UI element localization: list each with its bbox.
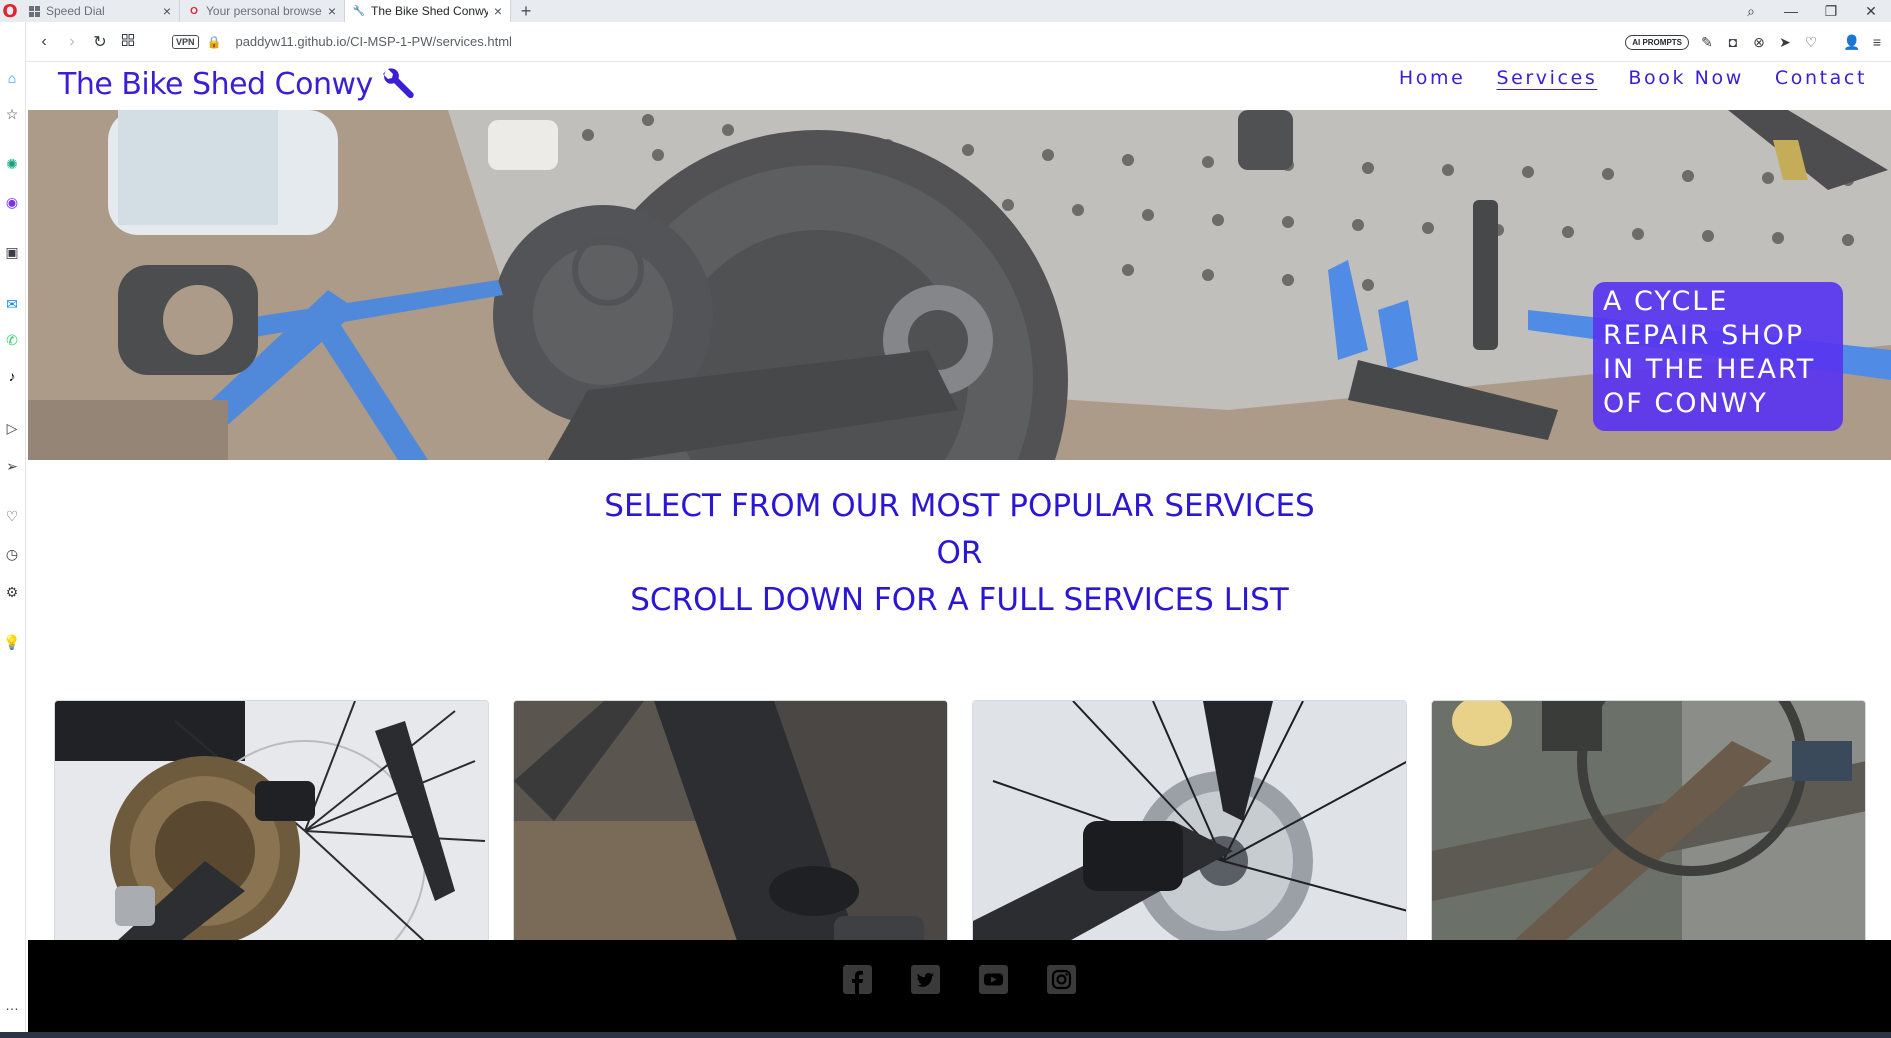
messenger-icon[interactable]: ✉ — [0, 296, 24, 312]
star-icon[interactable]: ☆ — [0, 106, 24, 122]
grid-icon — [28, 5, 40, 17]
intro-line-2: OR — [936, 535, 983, 571]
main-nav: Home Services Book Now Contact — [1399, 67, 1867, 89]
more-icon[interactable]: … — [0, 997, 24, 1013]
disc-brake-photo — [973, 701, 1406, 959]
hero-image: A CYCLE REPAIR SHOP IN THE HEART OF CONW… — [28, 110, 1891, 460]
send-icon[interactable]: ➤ — [1777, 34, 1793, 51]
back-icon[interactable]: ‹ — [30, 33, 58, 51]
tab-title: Speed Dial — [46, 4, 105, 18]
tab-title: Your personal browser is al — [206, 4, 322, 18]
profile-icon[interactable]: 👤 — [1843, 34, 1860, 51]
site-logo[interactable]: The Bike Shed Conwy — [58, 66, 415, 102]
nav-home[interactable]: Home — [1399, 67, 1466, 89]
lightbulb-icon[interactable]: 💡 — [0, 634, 24, 650]
web-page: The Bike Shed Conwy Home Services Book N… — [28, 63, 1891, 1038]
logo-text: The Bike Shed Conwy — [58, 66, 373, 102]
chatgpt-icon[interactable]: ✺ — [0, 156, 24, 172]
forward-icon[interactable]: › — [58, 33, 86, 51]
youtube-icon[interactable] — [979, 965, 1008, 994]
nav-contact[interactable]: Contact — [1775, 67, 1867, 89]
restore-icon[interactable]: ❐ — [1811, 3, 1851, 20]
browser-tab-bar: O Speed Dial × O Your personal browser i… — [0, 0, 1891, 22]
home-icon[interactable]: ⌂ — [0, 70, 24, 86]
browser-sidebar: ⌂ ☆ ✺ ◉ ▣ ✉ ✆ ♪ ▷ ➢ ♡ ◷ ⚙ 💡 … — [0, 22, 26, 1038]
address-bar: ‹ › ↻ VPN 🔒 paddyw11.github.io/CI-MSP-1-… — [26, 22, 1891, 62]
tab-title: The Bike Shed Conwy - Ser — [371, 4, 488, 18]
service-card[interactable] — [1431, 700, 1866, 960]
tab-speed-dial[interactable]: Speed Dial × — [20, 0, 180, 22]
tabs-overview-icon[interactable] — [114, 33, 142, 51]
close-icon[interactable]: × — [494, 3, 502, 19]
service-card[interactable] — [972, 700, 1407, 960]
opera-icon: O — [190, 5, 198, 17]
new-tab-button[interactable]: + — [511, 1, 541, 22]
heart-icon[interactable]: ♡ — [1803, 34, 1819, 51]
facebook-icon[interactable] — [843, 965, 872, 994]
ai-prompts-button[interactable]: AI PROMPTS — [1625, 34, 1689, 50]
twitter-icon[interactable] — [911, 965, 940, 994]
fork-photo — [514, 701, 947, 959]
cs-icon[interactable]: ◉ — [0, 194, 24, 210]
window-controls: ⌕ — ❐ ✕ — [1731, 0, 1891, 22]
send-icon[interactable]: ➢ — [0, 458, 24, 474]
tab-opera-info[interactable]: O Your personal browser is al × — [180, 0, 345, 22]
close-window-icon[interactable]: ✕ — [1851, 3, 1891, 20]
site-header: The Bike Shed Conwy Home Services Book N… — [28, 63, 1891, 110]
heart-icon[interactable]: ♡ — [0, 508, 24, 524]
services-intro: SELECT FROM OUR MOST POPULAR SERVICES OR… — [28, 483, 1891, 624]
reload-icon[interactable]: ↻ — [86, 32, 114, 52]
nav-book-now[interactable]: Book Now — [1628, 67, 1744, 89]
hero-caption: A CYCLE REPAIR SHOP IN THE HEART OF CONW… — [1593, 282, 1843, 431]
tiktok-icon[interactable]: ♪ — [0, 368, 24, 384]
service-card[interactable] — [54, 700, 489, 960]
menu-icon[interactable]: ≡ — [1869, 34, 1885, 50]
clipboard-icon[interactable]: ▣ — [0, 244, 24, 260]
whatsapp-icon[interactable]: ✆ — [0, 332, 24, 348]
cassette-photo — [55, 701, 488, 959]
settings-icon[interactable]: ⚙ — [0, 584, 24, 600]
block-icon[interactable]: ⊗ — [1751, 34, 1767, 51]
close-icon[interactable]: × — [163, 3, 171, 19]
opera-logo-icon[interactable]: O — [0, 0, 20, 22]
instagram-icon[interactable] — [1047, 965, 1076, 994]
url-field[interactable]: paddyw11.github.io/CI-MSP-1-PW/services.… — [235, 34, 511, 49]
search-icon[interactable]: ⌕ — [1731, 3, 1771, 20]
intro-line-1: SELECT FROM OUR MOST POPULAR SERVICES — [604, 488, 1315, 524]
minimize-icon[interactable]: — — [1771, 3, 1811, 19]
taskbar-strip — [0, 1032, 1891, 1038]
close-icon[interactable]: × — [328, 3, 336, 19]
wrench-icon: 🔧 — [352, 5, 366, 17]
intro-line-3: SCROLL DOWN FOR A FULL SERVICES LIST — [630, 582, 1289, 618]
history-icon[interactable]: ◷ — [0, 546, 24, 562]
nav-services[interactable]: Services — [1496, 67, 1597, 89]
lock-icon[interactable]: 🔒 — [207, 35, 222, 49]
tab-bike-shed[interactable]: 🔧 The Bike Shed Conwy - Ser × — [345, 0, 511, 22]
player-icon[interactable]: ▷ — [0, 420, 24, 436]
service-cards — [54, 700, 1866, 960]
service-card[interactable] — [513, 700, 948, 960]
camera-icon[interactable]: ◘ — [1725, 34, 1741, 50]
edit-icon[interactable]: ✎ — [1699, 34, 1715, 51]
social-links — [28, 965, 1891, 994]
address-bar-tools: AI PROMPTS ✎ ◘ ⊗ ➤ ♡ 👤 ≡ — [1625, 22, 1885, 62]
wrench-icon — [382, 68, 414, 99]
vpn-badge[interactable]: VPN — [172, 34, 199, 49]
site-footer — [28, 940, 1891, 1038]
muddy-frame-photo — [1432, 701, 1865, 959]
